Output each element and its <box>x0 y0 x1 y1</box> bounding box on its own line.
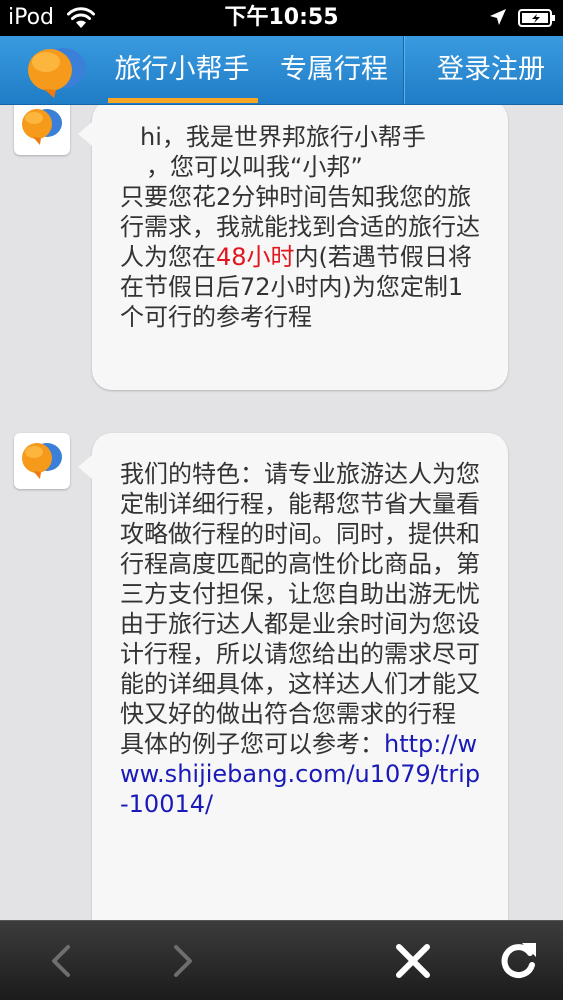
browser-toolbar <box>0 920 563 1000</box>
message-line: hi，我是世界邦旅行小帮手 <box>140 123 426 151</box>
status-bar: iPod 下午10:55 <box>0 0 563 36</box>
login-register-button[interactable]: 登录注册 <box>426 36 556 104</box>
active-tab-indicator <box>108 98 258 103</box>
chat-area[interactable]: hi，我是世界邦旅行小帮手 ，您可以叫我“小邦” 只要您花2分钟时间告知我您的旅… <box>0 105 563 920</box>
close-icon[interactable] <box>389 937 437 985</box>
back-icon[interactable] <box>38 937 86 985</box>
battery-icon <box>518 9 555 27</box>
highlight-text: 48小时 <box>216 243 295 271</box>
message-text: 我们的特色：请专业旅游达人为您定制详细行程，能帮您节省大量看攻略做行程的时间。同… <box>120 460 480 608</box>
message-bubble: hi，我是世界邦旅行小帮手 ，您可以叫我“小邦” 只要您花2分钟时间告知我您的旅… <box>78 105 508 390</box>
refresh-icon[interactable] <box>494 937 542 985</box>
tab-travel-helper[interactable]: 旅行小帮手 <box>104 36 260 104</box>
forward-icon[interactable] <box>158 937 206 985</box>
tab-exclusive-itinerary[interactable]: 专属行程 <box>270 36 398 104</box>
app-logo-icon <box>22 443 62 479</box>
nav-bar: 旅行小帮手 专属行程 登录注册 <box>0 36 563 105</box>
message-text: 只要您花2分钟时间告知我您的旅行需求，我就能找到合适的旅行达人为您在48小时内(… <box>120 183 480 331</box>
bot-avatar <box>14 433 70 489</box>
app-logo-icon <box>22 109 62 145</box>
screen: iPod 下午10:55 旅行小帮手 专属行程 登录注册 hi，我是世界邦旅行小… <box>0 0 563 1000</box>
message-bubble: 我们的特色：请专业旅游达人为您定制详细行程，能帮您节省大量看攻略做行程的时间。同… <box>78 433 508 920</box>
message-text: 由于旅行达人都是业余时间为您设计行程，所以请您给出的需求尽可能的详细具体，这样达… <box>120 610 480 728</box>
message-line: ，您可以叫我“小邦” <box>146 153 363 181</box>
location-icon <box>490 9 506 25</box>
bot-avatar <box>14 105 70 155</box>
message-text: 具体的例子您可以参考：http://www.shijiebang.com/u10… <box>120 730 481 818</box>
nav-divider <box>403 36 404 104</box>
app-logo-icon <box>28 48 86 98</box>
status-time: 下午10:55 <box>224 5 339 30</box>
